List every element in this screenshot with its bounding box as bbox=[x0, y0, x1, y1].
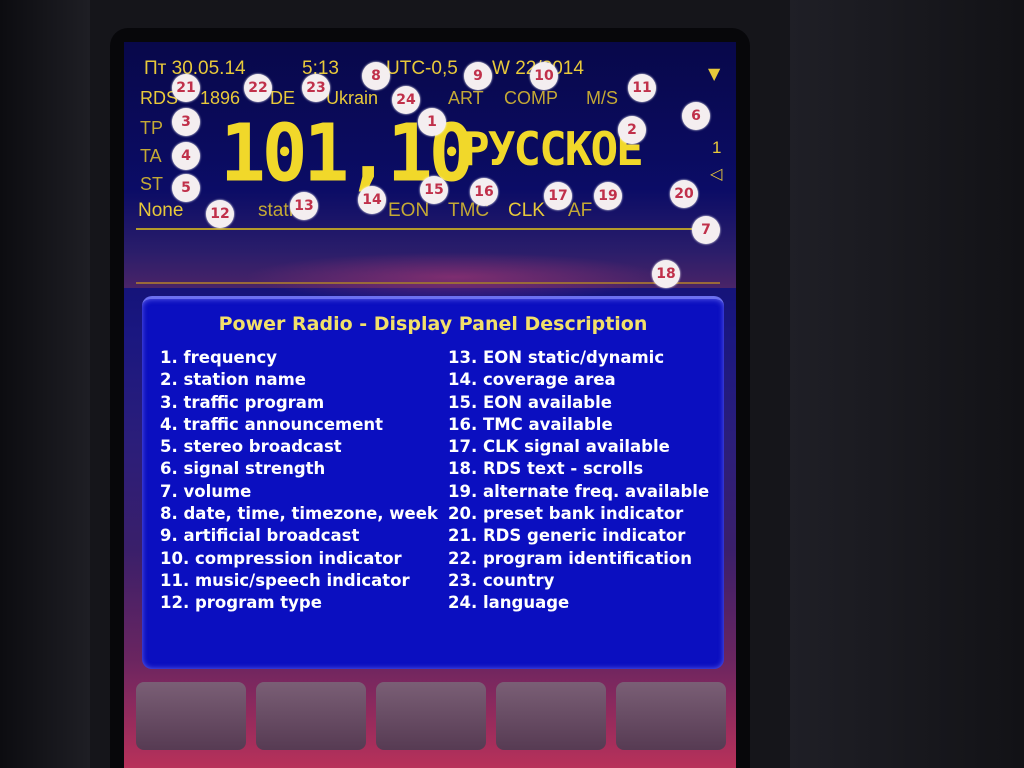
signal-strength: 1 bbox=[712, 138, 722, 157]
device-frame-right bbox=[790, 0, 1024, 768]
annotation-badge: 8 bbox=[362, 62, 390, 90]
softkey-3[interactable] bbox=[376, 682, 486, 750]
description-list-left: 1. frequency 2. station name 3. traffic … bbox=[160, 347, 438, 615]
annotation-badge: 10 bbox=[530, 62, 558, 90]
st-indicator: ST bbox=[140, 174, 164, 194]
radio-screen: Пт 30.05.14 5:13 UTC-0,5 W 22/2014 ▼ RDS… bbox=[124, 42, 736, 768]
list-item: 7. volume bbox=[160, 481, 252, 501]
annotation-badge: 13 bbox=[290, 192, 318, 220]
list-item: 6. signal strength bbox=[160, 459, 326, 479]
softkey-5[interactable] bbox=[616, 682, 726, 750]
annotation-badge: 6 bbox=[682, 102, 710, 130]
annotation-badge: 11 bbox=[628, 74, 656, 102]
annotation-badge: 23 bbox=[302, 74, 330, 102]
annotation-badge: 7 bbox=[692, 216, 720, 244]
antenna-icon: ▼ bbox=[708, 64, 721, 83]
annotation-badge: 12 bbox=[206, 200, 234, 228]
comp-indicator: COMP bbox=[504, 88, 558, 108]
device-frame-left bbox=[0, 0, 90, 768]
list-item: 1. frequency bbox=[160, 348, 278, 367]
list-item: 22. program identification bbox=[448, 548, 692, 568]
list-item: 13. EON static/dynamic bbox=[448, 348, 665, 367]
softkey-1[interactable] bbox=[136, 682, 246, 750]
annotation-badge: 22 bbox=[244, 74, 272, 102]
annotation-badge: 5 bbox=[172, 174, 200, 202]
list-item: 15. EON available bbox=[448, 392, 612, 412]
display-glow bbox=[244, 252, 664, 302]
annotation-badge: 9 bbox=[464, 62, 492, 90]
eon-indicator: EON bbox=[388, 200, 430, 221]
description-panel: Power Radio - Display Panel Description … bbox=[142, 296, 724, 669]
display-divider bbox=[136, 228, 720, 230]
softkey-2[interactable] bbox=[256, 682, 366, 750]
af-indicator: AF bbox=[568, 200, 593, 221]
annotation-badge: 18 bbox=[652, 260, 680, 288]
panel-title: Power Radio - Display Panel Description bbox=[218, 313, 648, 335]
ta-indicator: TA bbox=[140, 146, 162, 166]
annotation-badge: 16 bbox=[470, 178, 498, 206]
list-item: 3. traffic program bbox=[160, 392, 325, 412]
list-item: 24. language bbox=[448, 593, 570, 613]
list-item: 20. preset bank indicator bbox=[448, 504, 684, 524]
description-list-right: 13. EON static/dynamic 14. coverage area… bbox=[448, 347, 709, 615]
annotation-badge: 20 bbox=[670, 180, 698, 208]
annotation-badge: 24 bbox=[392, 86, 420, 114]
list-item: 18. RDS text - scrolls bbox=[448, 459, 644, 479]
station-name: РУССКОЕ bbox=[462, 122, 644, 176]
list-item: 5. stereo broadcast bbox=[160, 437, 342, 457]
annotation-badge: 17 bbox=[544, 182, 572, 210]
list-item: 10. compression indicator bbox=[160, 548, 402, 568]
annotation-badge: 4 bbox=[172, 142, 200, 170]
softkey-bar bbox=[136, 682, 726, 754]
program-type: None bbox=[138, 200, 184, 221]
annotation-badge: 15 bbox=[420, 176, 448, 204]
annotation-badge: 2 bbox=[618, 116, 646, 144]
list-item: 17. CLK signal available bbox=[448, 437, 670, 457]
annotation-badge: 14 bbox=[358, 186, 386, 214]
list-item: 2. station name bbox=[160, 370, 306, 390]
list-item: 12. program type bbox=[160, 593, 322, 613]
tp-indicator: TP bbox=[140, 118, 164, 138]
list-item: 23. country bbox=[448, 570, 555, 590]
annotation-badge: 1 bbox=[418, 108, 446, 136]
list-item: 16. TMC available bbox=[448, 414, 613, 434]
timezone-label: UTC-0,5 bbox=[386, 58, 458, 79]
list-item: 4. traffic announcement bbox=[160, 414, 384, 434]
rds-text-divider bbox=[136, 282, 720, 284]
softkey-4[interactable] bbox=[496, 682, 606, 750]
annotation-badge: 19 bbox=[594, 182, 622, 210]
clk-indicator: CLK bbox=[508, 200, 545, 221]
music-speech-indicator: M/S bbox=[586, 88, 619, 108]
list-item: 9. artificial broadcast bbox=[160, 526, 360, 546]
list-item: 11. music/speech indicator bbox=[160, 570, 410, 590]
annotation-badge: 21 bbox=[172, 74, 200, 102]
list-item: 14. coverage area bbox=[448, 370, 616, 390]
list-item: 8. date, time, timezone, week bbox=[160, 504, 438, 524]
list-item: 19. alternate freq. available bbox=[448, 481, 710, 501]
annotation-badge: 3 bbox=[172, 108, 200, 136]
list-item: 21. RDS generic indicator bbox=[448, 526, 686, 546]
speaker-icon: ◁ bbox=[710, 164, 723, 183]
